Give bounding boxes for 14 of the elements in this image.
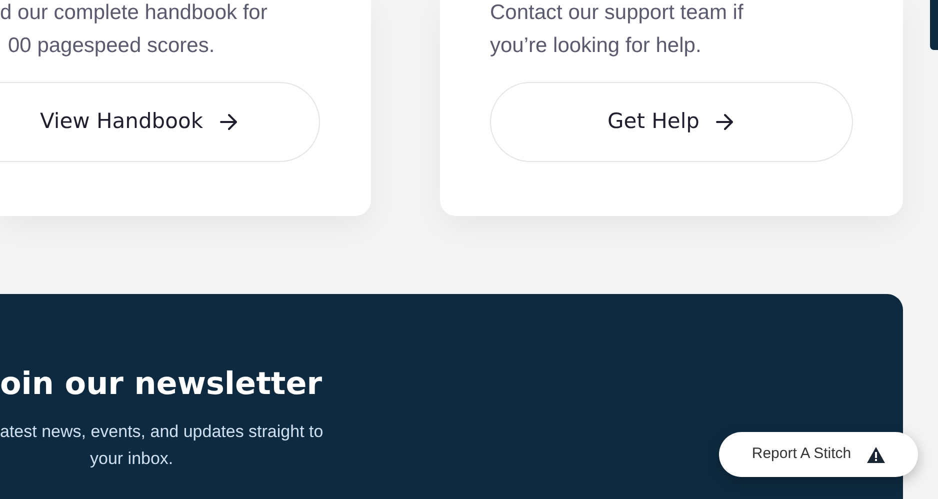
card-description: 00 pagespeed scores. bbox=[7, 33, 215, 59]
card-description: Contact our support team if bbox=[490, 0, 744, 26]
view-handbook-button[interactable]: View Handbook bbox=[0, 82, 320, 162]
arrow-right-icon bbox=[715, 113, 736, 131]
newsletter-subtitle: atest news, events, and updates straight to bbox=[0, 421, 324, 443]
get-help-button[interactable]: Get Help bbox=[490, 82, 853, 162]
scrollbar[interactable] bbox=[930, 0, 938, 50]
newsletter-subtitle: your inbox. bbox=[90, 448, 174, 470]
card-description: you’re looking for help. bbox=[490, 33, 702, 59]
newsletter-title: oin our newsletter bbox=[0, 365, 322, 404]
arrow-right-icon bbox=[219, 113, 239, 131]
report-button[interactable]: Report A Stitch bbox=[719, 432, 918, 477]
warning-icon bbox=[867, 446, 886, 462]
card-description: d our complete handbook for bbox=[0, 0, 268, 26]
